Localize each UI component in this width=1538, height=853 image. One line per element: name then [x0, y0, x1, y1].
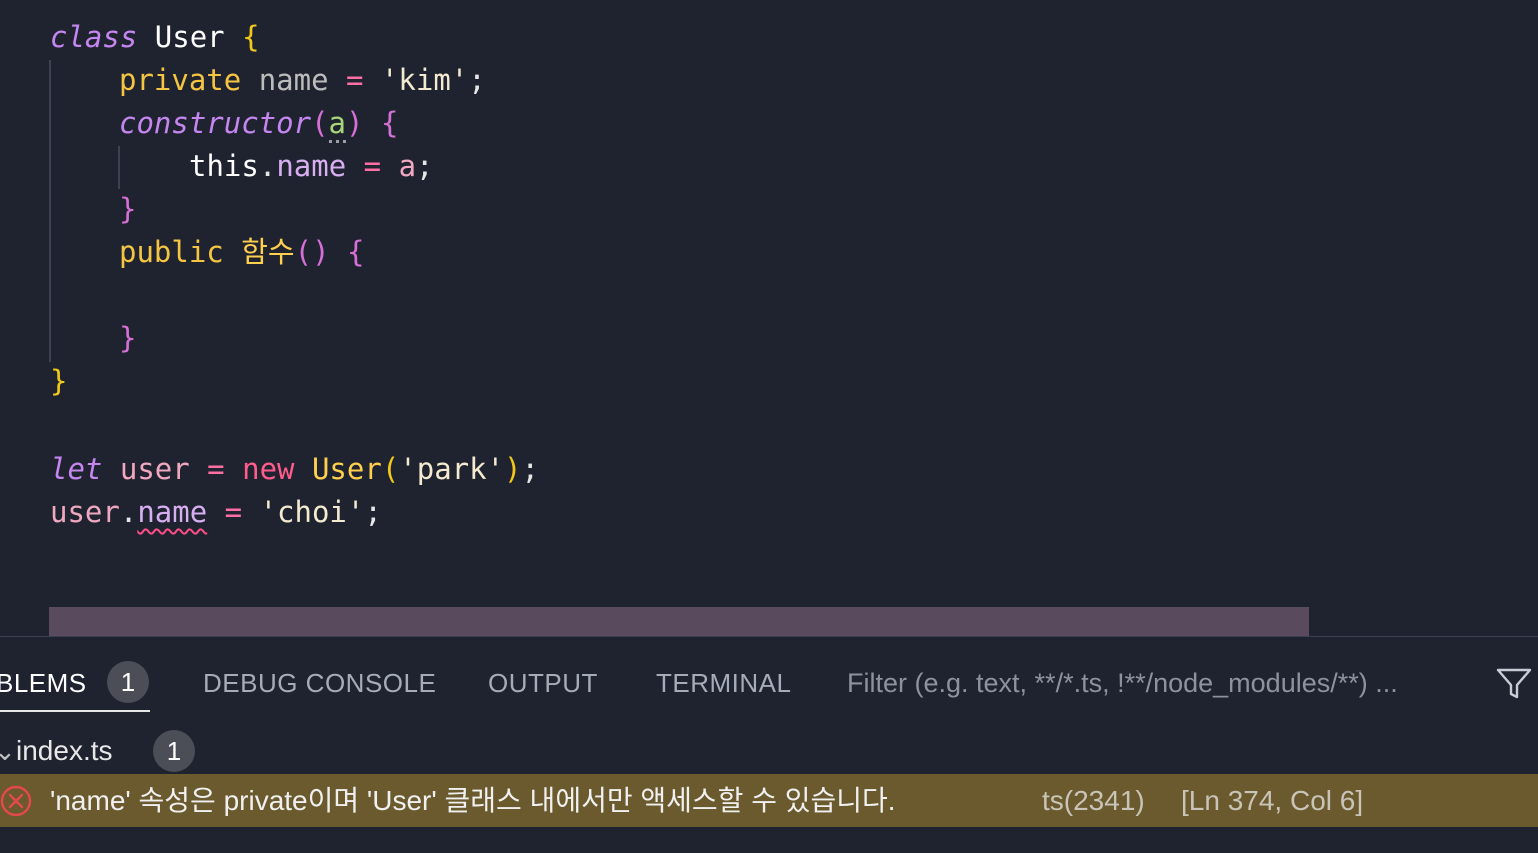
code-line-3: constructor(a) {	[119, 102, 398, 145]
tab-debug-console[interactable]: DEBUG CONSOLE	[203, 663, 436, 703]
problem-item[interactable]: 'name' 속성은 private이며 'User' 클래스 내에서만 액세스…	[0, 774, 1538, 827]
tab-terminal-label: TERMINAL	[656, 668, 792, 698]
problem-file-row[interactable]: ⌄ index.ts 1	[0, 729, 1538, 773]
code-line-9: let user = new User('park');	[50, 452, 539, 486]
tab-output[interactable]: OUTPUT	[488, 663, 598, 703]
error-message: 'name' 속성은 private이며 'User' 클래스 내에서만 액세스…	[50, 785, 896, 816]
indent-guide	[49, 60, 51, 362]
chevron-down-icon[interactable]: ⌄	[0, 729, 16, 773]
indent-guide	[118, 146, 120, 189]
code-line-10: user.name = 'choi';	[50, 495, 382, 529]
error-squiggle: name	[137, 495, 208, 529]
code-line-8: }	[50, 364, 68, 398]
param-a: a	[328, 106, 346, 143]
tab-problems[interactable]: BLEMS	[0, 663, 87, 703]
code-line-1: class User {	[50, 20, 260, 54]
tab-debug-console-label: DEBUG CONSOLE	[203, 668, 437, 698]
file-problem-count-badge: 1	[153, 730, 195, 772]
error-circle-icon	[0, 785, 32, 817]
active-tab-indicator	[0, 710, 150, 712]
tab-problems-label: BLEMS	[0, 668, 87, 698]
horizontal-scrollbar[interactable]	[49, 607, 1309, 636]
file-name: index.ts	[16, 735, 113, 766]
code-line-2: private name = 'kim';	[119, 63, 486, 97]
code-editor[interactable]: class User { private name = 'kim'; const…	[0, 0, 1538, 636]
tab-terminal[interactable]: TERMINAL	[656, 663, 791, 703]
code-line-5: }	[119, 192, 137, 226]
filter-input[interactable]: Filter (e.g. text, **/*.ts, !**/node_mod…	[847, 663, 1398, 703]
bottom-panel: BLEMS 1 DEBUG CONSOLE OUTPUT TERMINAL Fi…	[0, 636, 1538, 853]
error-location: [Ln 374, Col 6]	[1181, 785, 1364, 816]
code-line-7: }	[119, 321, 137, 355]
error-code: ts(2341)	[1042, 785, 1145, 816]
code-line-4: this.name = a;	[189, 149, 434, 183]
tab-output-label: OUTPUT	[488, 668, 598, 698]
code-line-6: public 함수() {	[119, 235, 365, 269]
filter-icon[interactable]	[1496, 667, 1532, 701]
problems-count-badge: 1	[107, 661, 149, 703]
